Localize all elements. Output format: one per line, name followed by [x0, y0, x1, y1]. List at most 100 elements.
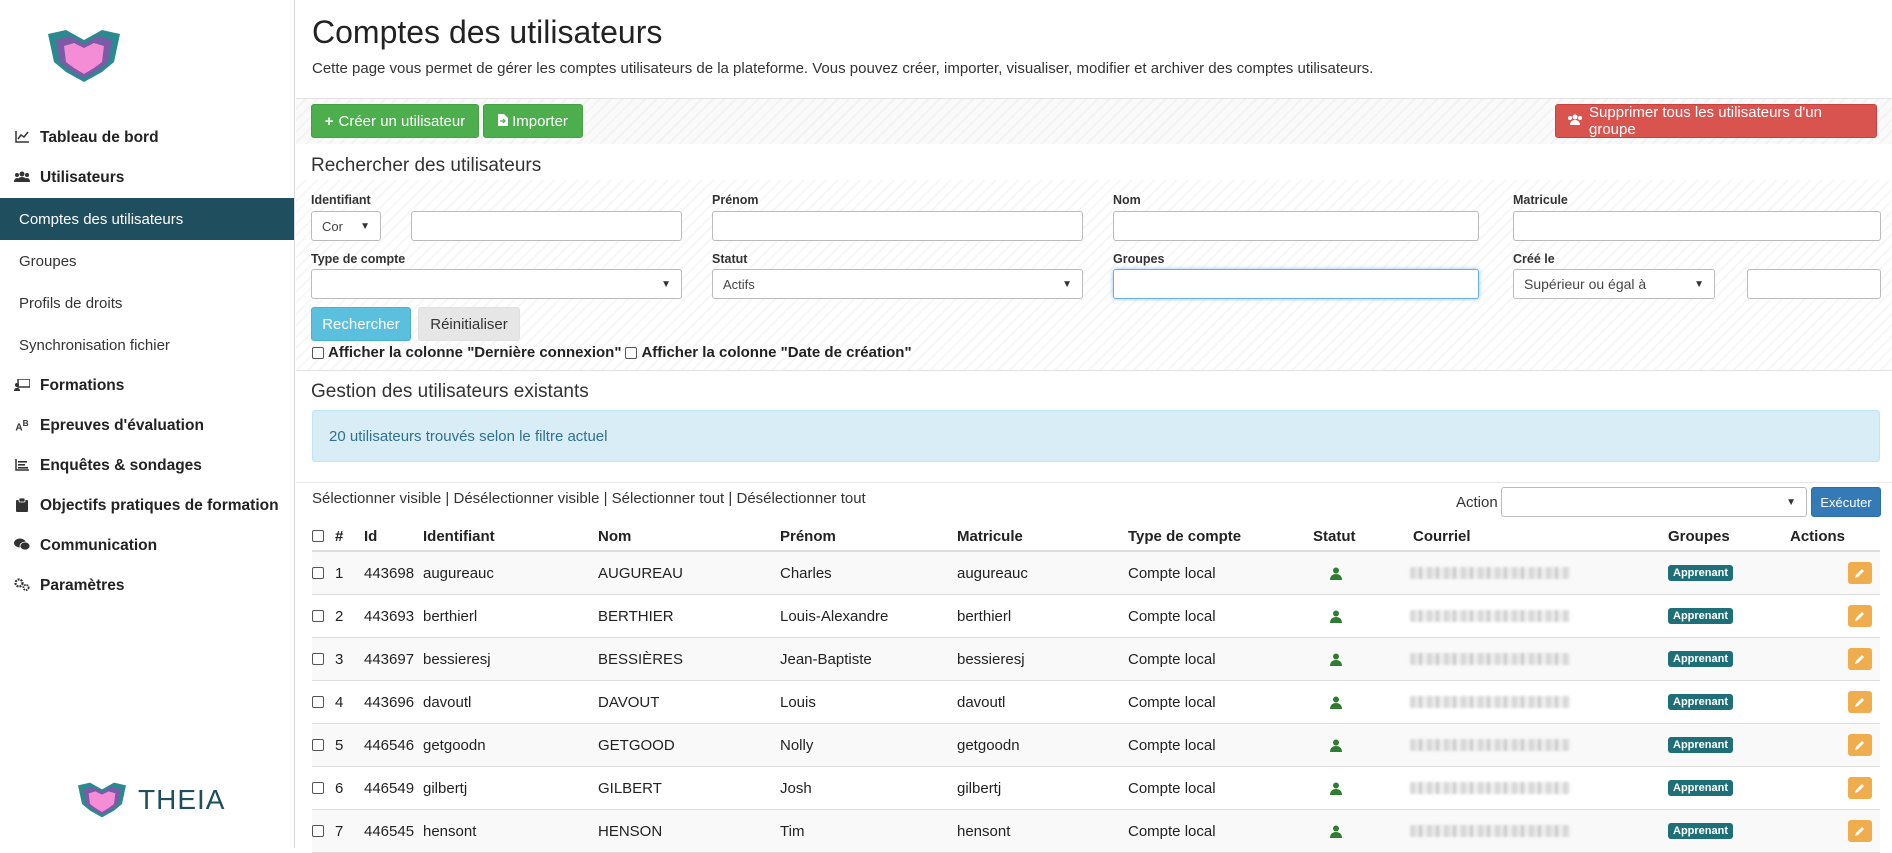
cell-identifiant: augureauc: [423, 564, 494, 582]
table-row: 5 446546 getgoodn GETGOOD Nolly getgoodn Compt…: [312, 724, 1880, 767]
reset-button[interactable]: Réinitialiser: [418, 307, 520, 341]
nav-groupes[interactable]: Groupes: [0, 240, 294, 282]
col-actions: Actions: [1790, 527, 1846, 545]
col-nom[interactable]: Nom: [598, 522, 631, 550]
col-courriel[interactable]: Courriel: [1413, 522, 1471, 550]
col-type[interactable]: Type de compte: [1128, 522, 1241, 550]
statut-select[interactable]: Actifs ▼: [712, 269, 1083, 299]
show-last-login-checkbox[interactable]: [312, 346, 324, 359]
deselect-visible-link[interactable]: Désélectionner visible: [454, 490, 600, 507]
cree-le-date-input[interactable]: [1747, 269, 1881, 299]
select-all-link[interactable]: Sélectionner tout: [612, 490, 725, 507]
users-slash-icon: [1566, 113, 1584, 130]
search-button[interactable]: Rechercher: [311, 307, 411, 341]
delete-group-users-button[interactable]: Supprimer tous les utilisateurs d'un gro…: [1555, 104, 1877, 138]
create-user-button[interactable]: + Créer un utilisateur: [311, 104, 479, 138]
row-checkbox[interactable]: [312, 610, 324, 622]
chart-line-icon: [12, 130, 32, 146]
ab-icon: AB: [15, 418, 29, 434]
table-row: 1 443698 augureauc AUGUREAU Charles augureauc…: [312, 552, 1880, 595]
row-checkbox[interactable]: [312, 567, 324, 579]
select-visible-link[interactable]: Sélectionner visible: [312, 490, 441, 507]
delete-group-label: Supprimer tous les utilisateurs d'un gro…: [1589, 104, 1822, 138]
separator: |: [728, 490, 733, 507]
row-checkbox-cell: [312, 638, 328, 680]
nav-sub-label: Comptes des utilisateurs: [19, 210, 184, 228]
col-statut[interactable]: Statut: [1313, 522, 1356, 550]
status-active-icon: [1330, 595, 1342, 637]
group-badge: Apprenant: [1668, 651, 1733, 667]
group-badge: Apprenant: [1668, 608, 1733, 624]
row-checkbox-cell: [312, 595, 328, 637]
nav-synchronisation-fichier[interactable]: Synchronisation fichier: [0, 324, 294, 366]
row-checkbox[interactable]: [312, 825, 324, 837]
cell-id: 443693: [364, 607, 415, 625]
import-label: Importer: [512, 112, 568, 130]
pencil-icon: [1855, 569, 1864, 578]
identifiant-input[interactable]: [411, 211, 682, 241]
select-all-checkbox[interactable]: [312, 530, 324, 542]
row-checkbox[interactable]: [312, 739, 324, 751]
cree-le-mode-select[interactable]: Supérieur ou égal à ▼: [1513, 269, 1715, 299]
nav-enquetes[interactable]: Enquêtes & sondages: [0, 446, 294, 486]
edit-button[interactable]: [1848, 777, 1872, 799]
edit-button[interactable]: [1848, 820, 1872, 842]
cell-prenom: Nolly: [780, 736, 814, 754]
edit-button[interactable]: [1848, 605, 1872, 627]
deselect-all-link[interactable]: Désélectionner tout: [736, 490, 865, 507]
nav-utilisateurs[interactable]: Utilisateurs: [0, 158, 294, 198]
execute-button[interactable]: Exécuter: [1811, 487, 1881, 517]
results-count: 20 utilisateurs trouvés selon le filtre …: [329, 427, 608, 445]
show-creation-date-checkbox[interactable]: [625, 346, 638, 359]
matricule-input[interactable]: [1513, 211, 1881, 241]
edit-button[interactable]: [1848, 648, 1872, 670]
results-alert: 20 utilisateurs trouvés selon le filtre …: [312, 410, 1880, 462]
nom-input[interactable]: [1113, 211, 1479, 241]
matricule-label: Matricule: [1513, 193, 1568, 207]
reset-button-label: Réinitialiser: [430, 315, 508, 333]
col-identifiant[interactable]: Identifiant: [423, 522, 495, 550]
nom-label: Nom: [1113, 193, 1141, 207]
cree-le-label: Créé le: [1513, 252, 1555, 266]
bulk-action-select[interactable]: ▼: [1501, 487, 1807, 517]
row-checkbox[interactable]: [312, 653, 324, 665]
edit-button[interactable]: [1848, 734, 1872, 756]
cell-prenom: Tim: [780, 822, 805, 840]
col-matricule[interactable]: Matricule: [957, 522, 1023, 550]
show-last-login-label[interactable]: Afficher la colonne "Dernière connexion": [328, 344, 621, 361]
cell-identifiant: hensont: [423, 822, 477, 840]
nav-epreuves[interactable]: AB Epreuves d'évaluation: [0, 406, 294, 446]
nav-comptes-utilisateurs[interactable]: Comptes des utilisateurs: [0, 198, 294, 240]
theia-logo[interactable]: [44, 26, 124, 86]
nav-label: Utilisateurs: [40, 169, 125, 186]
nav-formations[interactable]: Formations: [0, 366, 294, 406]
identifiant-label: Identifiant: [311, 193, 371, 207]
row-checkbox-cell: [312, 767, 328, 809]
search-button-label: Rechercher: [322, 315, 400, 333]
nav-communication[interactable]: Communication: [0, 526, 294, 566]
col-num: #: [335, 527, 344, 545]
page-description: Cette page vous permet de gérer les comp…: [312, 60, 1374, 77]
nav-profils-de-droits[interactable]: Profils de droits: [0, 282, 294, 324]
type-compte-select[interactable]: ▼: [311, 269, 682, 299]
select-all-checkbox-cell: [312, 522, 328, 550]
row-checkbox-cell: [312, 681, 328, 723]
row-checkbox[interactable]: [312, 696, 324, 708]
nav-objectifs[interactable]: Objectifs pratiques de formation: [0, 486, 294, 526]
import-button[interactable]: Importer: [483, 104, 583, 138]
prenom-input[interactable]: [712, 211, 1083, 241]
identifiant-mode-select[interactable]: Cor ▼: [311, 211, 381, 241]
edit-button[interactable]: [1848, 562, 1872, 584]
row-checkbox[interactable]: [312, 782, 324, 794]
groupes-input[interactable]: [1113, 269, 1479, 299]
show-creation-date-label[interactable]: Afficher la colonne "Date de création": [641, 344, 911, 361]
manage-section-title: Gestion des utilisateurs existants: [311, 381, 589, 402]
col-prenom[interactable]: Prénom: [780, 522, 836, 550]
edit-button[interactable]: [1848, 691, 1872, 713]
nav-parametres[interactable]: Paramètres: [0, 566, 294, 606]
nav-sub-label: Groupes: [19, 252, 77, 270]
nav-tableau-de-bord[interactable]: Tableau de bord: [0, 118, 294, 158]
cell-type: Compte local: [1128, 650, 1216, 668]
cell-prenom: Louis-Alexandre: [780, 607, 889, 625]
col-id[interactable]: Id: [364, 522, 377, 550]
